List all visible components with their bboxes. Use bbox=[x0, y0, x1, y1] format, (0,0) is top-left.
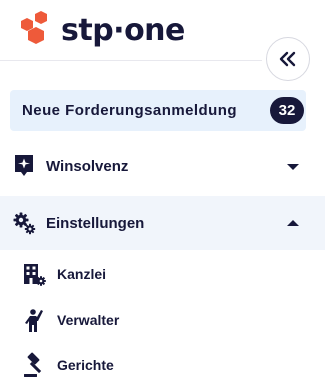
nav-item-label: Kanzlei bbox=[57, 266, 107, 282]
nav-section-einstellungen[interactable]: Einstellungen bbox=[0, 196, 325, 250]
collapse-sidebar-button[interactable] bbox=[266, 37, 310, 81]
nav-section-label: Winsolvenz bbox=[46, 157, 129, 175]
new-claim-count-badge: 32 bbox=[270, 97, 304, 124]
office-building-icon bbox=[24, 264, 46, 286]
chevron-down-icon bbox=[287, 164, 299, 170]
nav-item-verwalter[interactable]: Verwalter bbox=[0, 298, 325, 342]
nav-item-label: Gerichte bbox=[57, 357, 114, 373]
new-claim-registration-button[interactable]: Neue Forderungsanmeldung 32 bbox=[10, 90, 306, 131]
double-chevron-left-icon bbox=[279, 51, 296, 67]
stp-one-logo-mark-icon bbox=[14, 11, 52, 49]
gavel-icon bbox=[24, 352, 42, 377]
nav-section-label: Einstellungen bbox=[46, 214, 145, 232]
nav-item-label: Verwalter bbox=[57, 312, 120, 328]
nav-section-winsolvenz[interactable]: Winsolvenz bbox=[0, 139, 325, 193]
nav-item-gerichte[interactable]: Gerichte bbox=[0, 343, 325, 387]
new-claim-label: Neue Forderungsanmeldung bbox=[22, 102, 237, 119]
chevron-up-icon bbox=[287, 220, 299, 226]
administrator-person-icon bbox=[25, 309, 43, 332]
nav-item-kanzlei[interactable]: Kanzlei bbox=[0, 252, 325, 296]
brand-name: stp·one bbox=[61, 12, 185, 48]
brand-logo[interactable]: stp·one bbox=[14, 10, 185, 50]
settings-gears-icon bbox=[13, 212, 36, 235]
winsolvenz-shield-icon bbox=[15, 155, 33, 176]
header-divider bbox=[0, 60, 262, 61]
